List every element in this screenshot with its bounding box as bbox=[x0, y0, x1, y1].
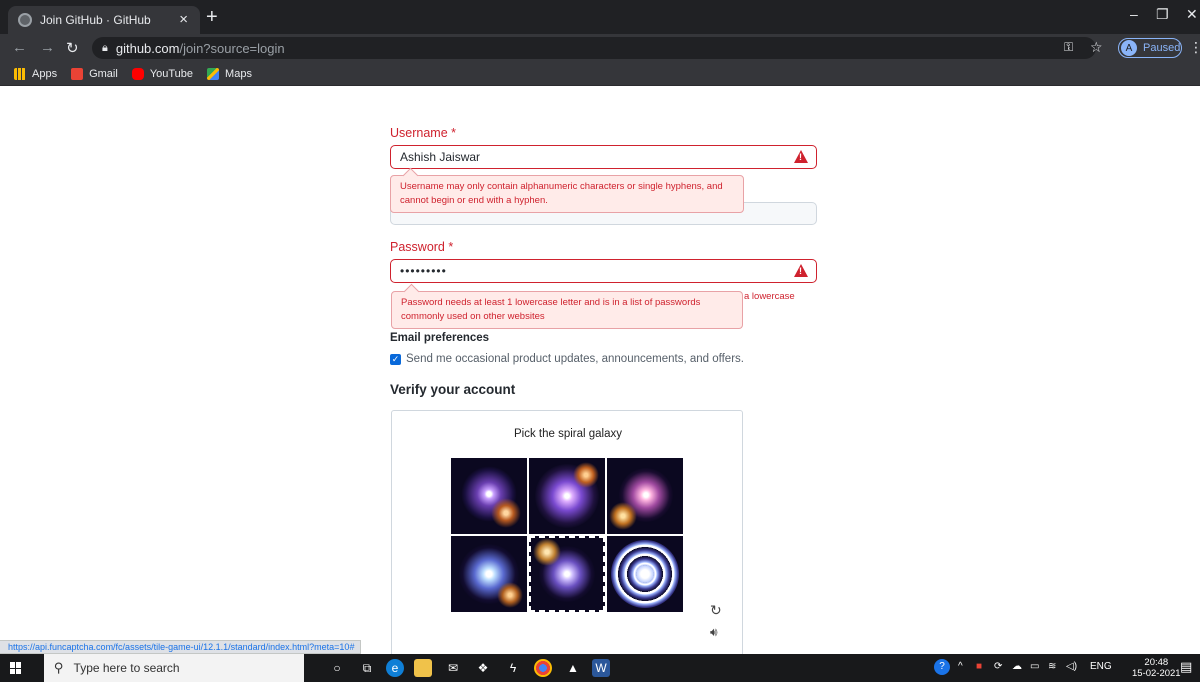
clock-date: 15-02-2021 bbox=[1132, 668, 1181, 679]
battery-icon[interactable]: ▭ bbox=[1030, 661, 1039, 672]
captcha-tile-6[interactable] bbox=[607, 536, 683, 612]
verify-account-heading: Verify your account bbox=[390, 382, 516, 397]
search-icon: ⚲ bbox=[54, 660, 64, 675]
reload-icon[interactable]: ↻ bbox=[66, 39, 79, 57]
chevron-up-icon[interactable]: ^ bbox=[958, 661, 963, 672]
close-tab-icon[interactable]: × bbox=[179, 11, 188, 28]
captcha-frame: Pick the spiral galaxy ↻ 🔊︎ bbox=[391, 410, 743, 660]
volume-icon[interactable]: ◁) bbox=[1066, 661, 1077, 672]
bookmark-gmail[interactable]: Gmail bbox=[71, 67, 118, 80]
chrome-icon[interactable] bbox=[534, 659, 552, 677]
profile-status: Paused bbox=[1143, 42, 1181, 54]
captcha-tile-1[interactable] bbox=[451, 458, 527, 534]
back-icon[interactable]: ← bbox=[12, 39, 27, 56]
task-view-icon[interactable]: ⧉ bbox=[358, 659, 376, 677]
mail-icon[interactable]: ✉ bbox=[444, 659, 462, 677]
new-tab-icon[interactable]: + bbox=[206, 6, 218, 28]
address-bar[interactable]: 🔒︎ github.com /join?source=login bbox=[92, 37, 1096, 59]
tray-sync-icon[interactable]: ⟳ bbox=[994, 661, 1002, 672]
app-icon[interactable]: ϟ bbox=[504, 659, 522, 677]
youtube-icon bbox=[131, 67, 144, 80]
photos-icon[interactable]: ▲ bbox=[564, 659, 582, 677]
url-host: github.com bbox=[115, 40, 180, 56]
warning-icon bbox=[794, 150, 808, 163]
menu-dots-icon[interactable]: ⋮ bbox=[1189, 39, 1200, 56]
bookmark-apps[interactable]: Apps bbox=[14, 67, 58, 80]
word-icon[interactable]: W bbox=[592, 659, 610, 677]
bookmark-label: Gmail bbox=[89, 67, 118, 80]
wifi-icon[interactable]: ≋ bbox=[1048, 661, 1056, 672]
forward-icon[interactable]: → bbox=[40, 39, 55, 56]
bookmarks-bar: Apps Gmail YouTube Maps bbox=[0, 62, 1200, 86]
link-status-bar: https://api.funcaptcha.com/fc/assets/til… bbox=[0, 640, 362, 654]
bookmark-star-icon[interactable]: ☆ bbox=[1090, 39, 1103, 56]
page-content: Username * Ashish Jaiswar Username may o… bbox=[0, 86, 1200, 660]
bookmark-maps[interactable]: Maps bbox=[207, 67, 252, 80]
maximize-icon[interactable]: ❐ bbox=[1156, 6, 1169, 23]
github-icon bbox=[18, 13, 32, 27]
url-path: /join?source=login bbox=[179, 40, 285, 56]
password-input[interactable]: ••••••••• bbox=[390, 259, 817, 283]
warning-icon bbox=[794, 264, 808, 277]
close-window-icon[interactable]: ✕ bbox=[1186, 6, 1198, 23]
lock-icon: 🔒︎ bbox=[102, 41, 108, 54]
password-value: ••••••••• bbox=[400, 264, 447, 278]
captcha-prompt: Pick the spiral galaxy bbox=[513, 428, 623, 440]
tray-app-icon[interactable]: ■ bbox=[976, 661, 982, 672]
password-label: Password * bbox=[390, 240, 454, 254]
minimize-icon[interactable]: – bbox=[1130, 6, 1138, 22]
password-error-tail: a lowercase bbox=[744, 291, 795, 302]
bookmark-label: Apps bbox=[32, 67, 58, 80]
bookmark-youtube[interactable]: YouTube bbox=[131, 67, 194, 80]
captcha-tile-2[interactable] bbox=[529, 458, 605, 534]
audio-icon[interactable]: 🔊︎ bbox=[710, 625, 718, 640]
tab-join-github[interactable]: Join GitHub · GitHub × bbox=[8, 6, 200, 34]
profile-button[interactable]: A Paused bbox=[1118, 38, 1182, 58]
windows-start-icon[interactable] bbox=[10, 662, 22, 674]
onedrive-icon[interactable]: ☁ bbox=[1012, 661, 1022, 672]
email-preferences-heading: Email preferences bbox=[390, 332, 490, 344]
key-icon[interactable]: ⚿ bbox=[1064, 40, 1073, 55]
username-label: Username * bbox=[390, 126, 456, 140]
captcha-tile-5-selected[interactable] bbox=[529, 536, 605, 612]
dropbox-icon[interactable]: ❖ bbox=[474, 659, 492, 677]
bookmark-label: Maps bbox=[225, 67, 252, 80]
captcha-tile-3[interactable] bbox=[607, 458, 683, 534]
browser-tab-bar: Join GitHub · GitHub × + – ❐ ✕ bbox=[0, 0, 1200, 34]
language-indicator[interactable]: ENG bbox=[1090, 661, 1112, 672]
email-pref-checkbox[interactable]: ✓ bbox=[390, 354, 401, 365]
edge-icon[interactable]: e bbox=[386, 659, 404, 677]
password-error-tooltip: Password needs at least 1 lowercase lett… bbox=[391, 291, 743, 329]
refresh-icon[interactable]: ↻ bbox=[710, 602, 722, 619]
notification-icon[interactable]: ▤ bbox=[1180, 659, 1192, 675]
browser-toolbar: ← → ↻ 🔒︎ github.com /join?source=login ⚿… bbox=[0, 34, 1200, 62]
windows-taskbar: ⚲ Type here to search ○ ⧉ e ✉ ❖ ϟ ▲ W ? … bbox=[0, 654, 1200, 682]
taskbar-search-input[interactable]: ⚲ Type here to search bbox=[44, 654, 304, 682]
help-icon[interactable]: ? bbox=[934, 659, 950, 675]
email-pref-checkbox-label[interactable]: Send me occasional product updates, anno… bbox=[406, 353, 744, 365]
tab-title: Join GitHub · GitHub bbox=[40, 13, 151, 27]
bookmark-label: YouTube bbox=[149, 67, 194, 80]
apps-grid-icon bbox=[14, 67, 26, 80]
gmail-icon bbox=[71, 67, 84, 80]
avatar: A bbox=[1121, 40, 1137, 56]
captcha-tile-4[interactable] bbox=[451, 536, 527, 612]
taskbar-clock[interactable]: 20:48 15-02-2021 bbox=[1132, 657, 1181, 679]
cortana-icon[interactable]: ○ bbox=[328, 659, 346, 677]
username-error-tooltip: Username may only contain alphanumeric c… bbox=[390, 175, 744, 213]
username-value: Ashish Jaiswar bbox=[400, 150, 481, 164]
clock-time: 20:48 bbox=[1144, 657, 1169, 668]
maps-icon bbox=[207, 67, 220, 80]
file-explorer-icon[interactable] bbox=[414, 659, 432, 677]
username-input[interactable]: Ashish Jaiswar bbox=[390, 145, 817, 169]
taskbar-search-placeholder: Type here to search bbox=[73, 661, 180, 675]
